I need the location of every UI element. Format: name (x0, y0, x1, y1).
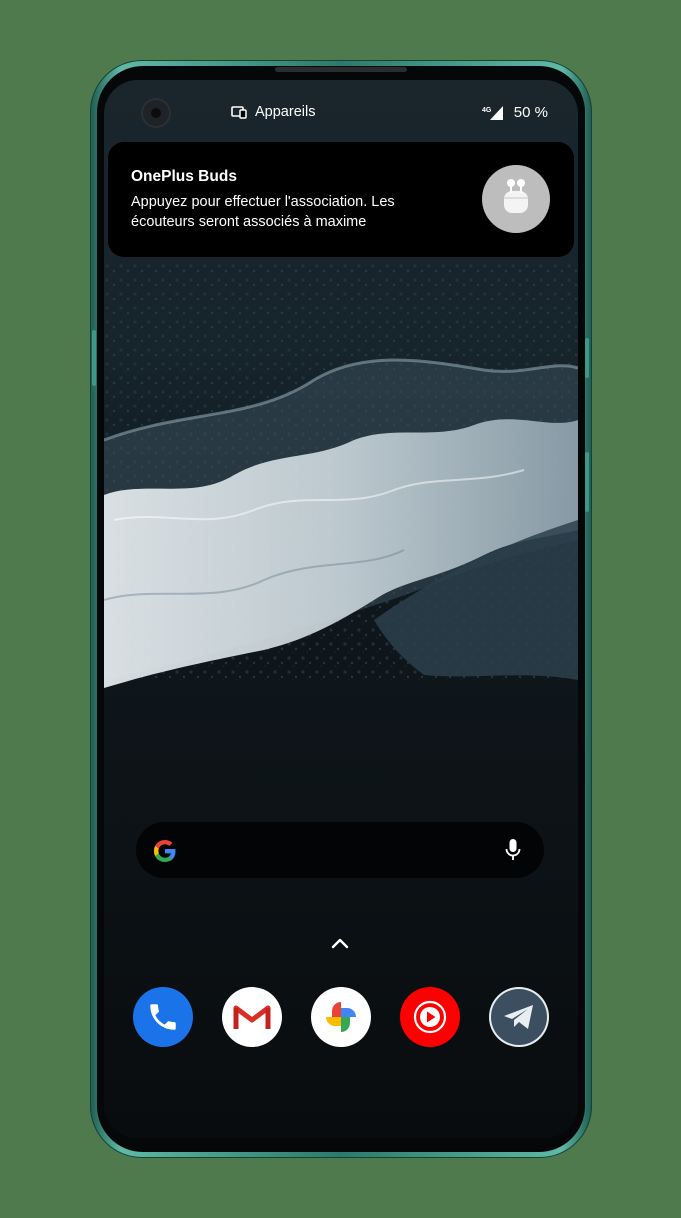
phone-app-icon[interactable] (133, 987, 193, 1047)
power-button (585, 338, 589, 378)
phone-handset-icon (150, 1004, 176, 1030)
notification-body: Appuyez pour effectuer l'association. Le… (131, 192, 451, 232)
gmail-m-icon (233, 1005, 271, 1029)
microphone-icon[interactable] (504, 838, 522, 862)
status-bar: Appareils 4G 50 % (104, 100, 578, 128)
notification-line-2: écouteurs seront associés à maxime (131, 214, 367, 230)
earpiece-speaker (275, 67, 407, 72)
devices-indicator[interactable]: Appareils (231, 104, 315, 120)
front-camera (143, 100, 169, 126)
google-g-icon (154, 840, 176, 862)
paper-plane-icon (504, 1005, 533, 1029)
devices-icon (231, 105, 247, 119)
notification-line-1: Appuyez pour effectuer l'association. Le… (131, 194, 395, 210)
google-search-bar[interactable] (136, 822, 544, 878)
play-ring-icon (413, 1000, 447, 1034)
alert-slider (585, 452, 589, 512)
telegram-app-icon[interactable] (489, 987, 549, 1047)
signal-4g-icon: 4G (482, 105, 503, 120)
volume-button (92, 330, 96, 386)
notification-title: OnePlus Buds (131, 168, 237, 185)
home-screen: Appareils 4G 50 % OnePlus Buds Appuyez p… (104, 80, 578, 1138)
youtube-music-app-icon[interactable] (400, 987, 460, 1047)
chevron-up-icon[interactable] (330, 937, 350, 949)
google-photos-app-icon[interactable] (311, 987, 371, 1047)
battery-label: 50 % (513, 104, 548, 121)
pinwheel-icon (326, 1002, 356, 1032)
pairing-notification[interactable]: OnePlus Buds Appuyez pour effectuer l'as… (108, 142, 574, 257)
network-label: 4G (482, 107, 492, 114)
gmail-app-icon[interactable] (222, 987, 282, 1047)
devices-label: Appareils (255, 104, 316, 120)
earbuds-case-icon (482, 165, 550, 233)
status-right: 4G 50 % (482, 104, 548, 121)
